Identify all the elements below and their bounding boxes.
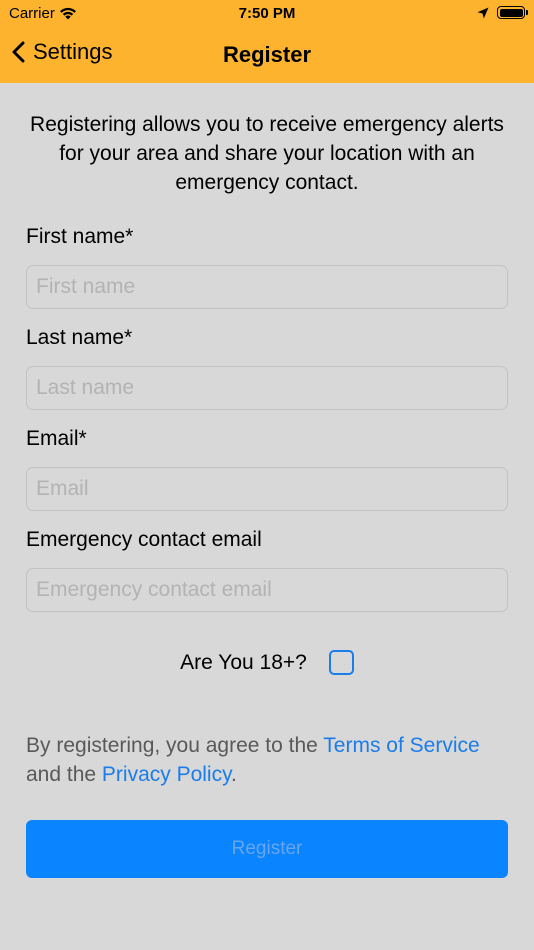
status-bar: Carrier 7:50 PM <box>0 0 534 28</box>
status-right-indicators <box>477 6 528 19</box>
nav-bar: Settings Register <box>0 28 534 83</box>
terms-middle: and the <box>26 763 102 786</box>
email-input[interactable] <box>26 467 508 511</box>
terms-prefix: By registering, you agree to the <box>26 734 324 757</box>
age-confirmation-checkbox[interactable] <box>328 650 354 675</box>
first-name-input[interactable] <box>26 265 508 309</box>
privacy-policy-link[interactable]: Privacy Policy <box>102 763 231 786</box>
last-name-label: Last name* <box>26 326 133 349</box>
age-confirmation-label: Are You 18+? <box>180 650 307 674</box>
first-name-label: First name* <box>26 225 134 248</box>
terms-of-service-link[interactable]: Terms of Service <box>323 734 479 757</box>
intro-text: Registering allows you to receive emerge… <box>30 113 504 194</box>
last-name-input[interactable] <box>26 366 508 410</box>
status-time: 7:50 PM <box>238 5 296 22</box>
page-title: Register <box>222 42 312 67</box>
navigation-header: Carrier 7:50 PM Settings Register <box>0 0 534 83</box>
emergency-contact-email-label: Emergency contact email <box>26 528 262 551</box>
register-button[interactable]: Register <box>26 820 508 878</box>
location-arrow-icon <box>477 7 489 18</box>
email-label: Email* <box>26 427 87 450</box>
terms-notice: By registering, you agree to the Terms o… <box>26 731 516 789</box>
terms-suffix: . <box>231 763 237 786</box>
age-confirmation-row: Are You 18+? <box>0 650 534 675</box>
emergency-contact-email-input[interactable] <box>26 568 508 612</box>
battery-icon <box>497 6 528 19</box>
